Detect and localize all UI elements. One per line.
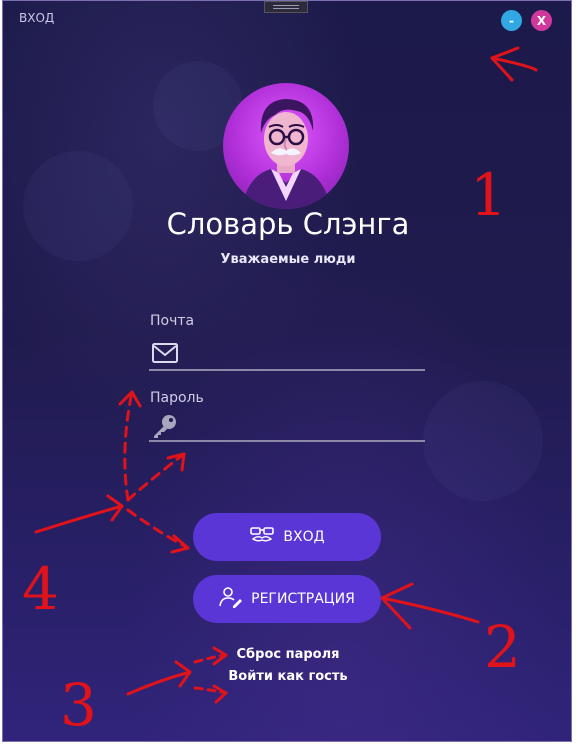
glasses-mustache-icon: [249, 526, 275, 548]
app-logo-avatar: [223, 83, 349, 209]
register-button[interactable]: РЕГИСТРАЦИЯ: [193, 575, 381, 623]
register-button-label: РЕГИСТРАЦИЯ: [251, 591, 355, 607]
minimize-button[interactable]: -: [501, 10, 522, 31]
drag-handle[interactable]: [264, 1, 308, 13]
password-input[interactable]: [179, 415, 428, 439]
password-label: Пароль: [150, 390, 204, 406]
email-underline: [149, 369, 425, 371]
email-label: Почта: [150, 313, 195, 329]
annotation-label-4: 4: [22, 555, 59, 623]
background-decor: [423, 381, 543, 501]
close-button[interactable]: X: [531, 10, 552, 31]
login-button-label: ВХОД: [283, 529, 325, 545]
window-title: ВХОД: [19, 11, 55, 25]
email-input[interactable]: [179, 342, 428, 366]
key-icon: [151, 413, 179, 443]
background-decor: [23, 151, 133, 261]
app-subtitle: Уважаемые люди: [220, 252, 356, 267]
login-button[interactable]: ВХОД: [193, 513, 381, 561]
password-underline: [149, 440, 425, 442]
envelope-icon: [151, 342, 179, 368]
user-edit-icon: [219, 586, 243, 612]
annotation-label-2: 2: [484, 613, 521, 681]
annotation-label-3: 3: [60, 671, 97, 739]
annotation-label-1: 1: [470, 161, 507, 229]
